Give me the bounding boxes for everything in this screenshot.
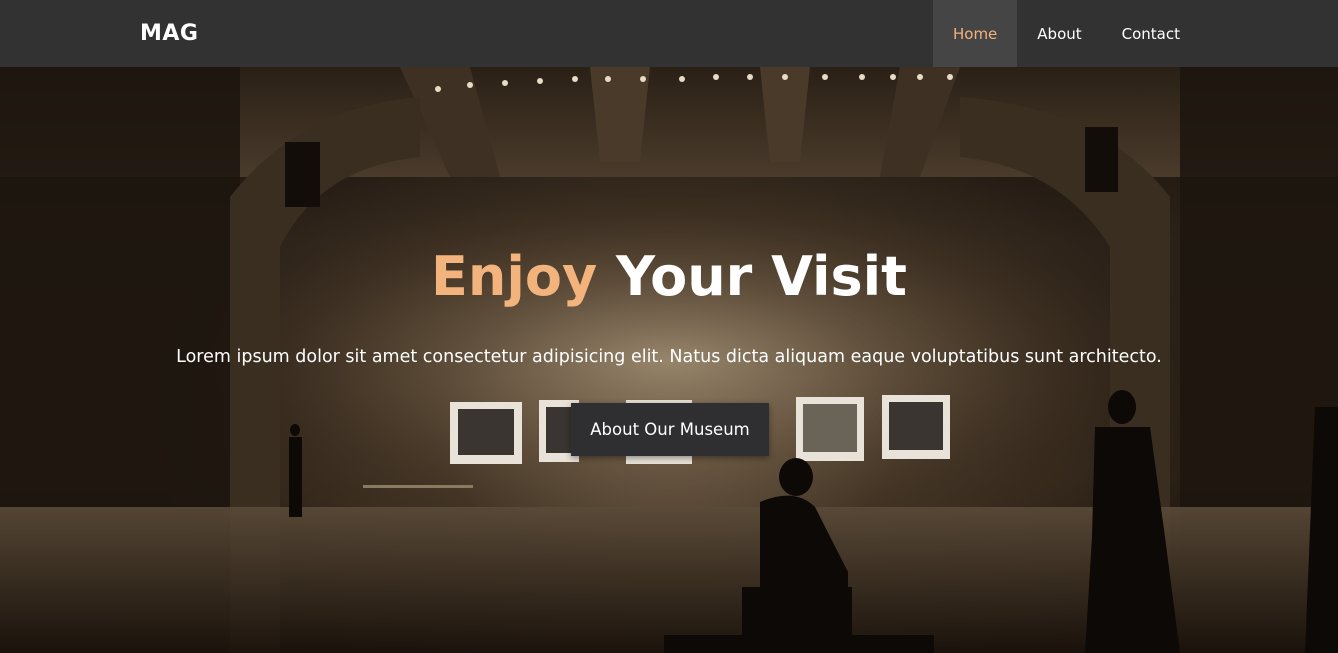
hero-content: Enjoy Your Visit Lorem ipsum dolor sit a… — [0, 67, 1338, 653]
nav-item-home: Home — [932, 0, 1018, 67]
hero-title-accent: Enjoy — [431, 245, 598, 308]
hero-description: Lorem ipsum dolor sit amet consectetur a… — [176, 347, 1162, 367]
hero-title: Enjoy Your Visit — [0, 242, 1338, 312]
about-museum-button[interactable]: About Our Museum — [571, 403, 769, 456]
hero-section: Enjoy Your Visit Lorem ipsum dolor sit a… — [0, 67, 1338, 653]
brand-logo[interactable]: MAG — [140, 18, 198, 50]
nav-link-about[interactable]: About — [1017, 0, 1101, 67]
navbar: MAG Home About Contact — [0, 0, 1338, 67]
nav-item-contact: Contact — [1102, 0, 1200, 67]
nav-link-home[interactable]: Home — [932, 0, 1018, 67]
hero-title-rest: Your Visit — [597, 245, 907, 308]
nav-item-about: About — [1017, 0, 1101, 67]
nav-link-contact[interactable]: Contact — [1102, 0, 1200, 67]
nav-menu: Home About Contact — [932, 0, 1200, 67]
